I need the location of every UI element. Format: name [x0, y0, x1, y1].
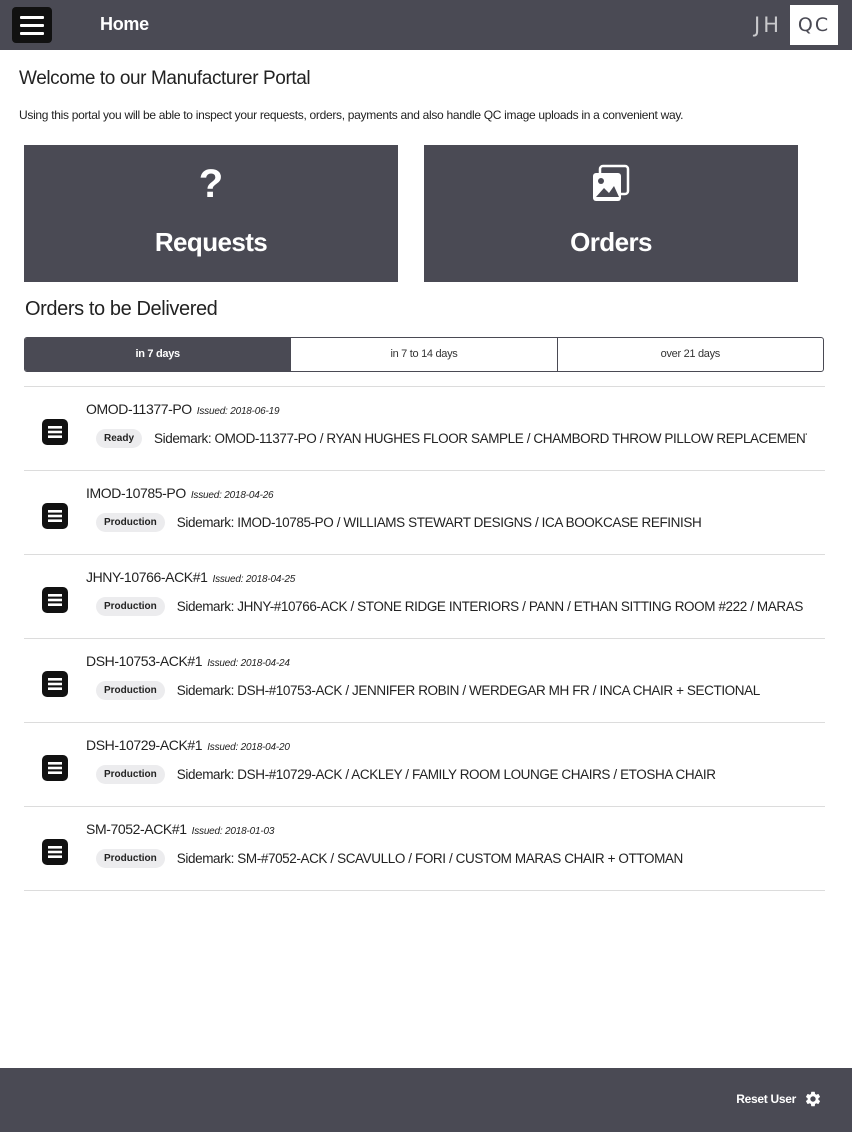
welcome-heading: Welcome to our Manufacturer Portal [19, 68, 311, 89]
delivery-tabs: in 7 days in 7 to 14 days over 21 days [24, 337, 824, 372]
question-icon: ? [198, 162, 224, 206]
order-number: IMOD-10785-PO [86, 485, 186, 501]
order-sidemark: Sidemark: DSH-#10729-ACK / ACKLEY / FAMI… [176, 767, 716, 782]
page-title: Home [100, 14, 149, 34]
order-row[interactable]: DSH-10753-ACK#1 Issued: 2018-04-24 Produc… [24, 639, 825, 723]
images-icon [424, 163, 798, 205]
orders-section-title: Orders to be Delivered [25, 298, 218, 320]
document-list-icon [42, 503, 68, 529]
order-id: SM-7052-ACK#1 Issued: 2018-01-03 [86, 821, 274, 837]
hamburger-menu-icon [20, 23, 44, 27]
status-badge: Production [96, 765, 165, 784]
orders-tile[interactable]: Orders [424, 145, 798, 282]
order-id: DSH-10729-ACK#1 Issued: 2018-04-20 [86, 737, 290, 753]
logo-jh: JH [754, 13, 782, 37]
order-row[interactable]: SM-7052-ACK#1 Issued: 2018-01-03 Producti… [24, 807, 825, 891]
order-number: JHNY-10766-ACK#1 [86, 569, 208, 585]
status-badge: Production [96, 849, 165, 868]
tab-in-7-days[interactable]: in 7 days [25, 338, 291, 371]
bottom-bar: Reset User [0, 1068, 852, 1132]
tab-in-7-to-14-days[interactable]: in 7 to 14 days [290, 338, 556, 371]
status-badge: Production [96, 513, 165, 532]
order-sidemark: Sidemark: IMOD-10785-PO / WILLIAMS STEWA… [176, 515, 702, 530]
order-sidemark: Sidemark: JHNY-#10766-ACK / STONE RIDGE … [176, 599, 807, 614]
hamburger-menu-icon [20, 31, 44, 35]
reset-user-label: Reset User [736, 1092, 796, 1106]
document-list-icon [42, 839, 68, 865]
top-bar: Home JH QC [0, 0, 852, 50]
order-issued-date: Issued: 2018-04-25 [212, 574, 296, 585]
order-issued-date: Issued: 2018-01-03 [191, 826, 275, 837]
gear-icon [805, 1091, 821, 1107]
order-number: OMOD-11377-PO [86, 401, 192, 417]
order-id: OMOD-11377-PO Issued: 2018-06-19 [86, 401, 280, 417]
order-id: JHNY-10766-ACK#1 Issued: 2018-04-25 [86, 569, 295, 585]
logo: JH QC [754, 5, 838, 45]
order-number: DSH-10729-ACK#1 [86, 737, 203, 753]
order-id: IMOD-10785-PO Issued: 2018-04-26 [86, 485, 274, 501]
document-list-icon [42, 755, 68, 781]
orders-tile-label: Orders [570, 227, 652, 257]
document-list-icon [42, 419, 68, 445]
order-number: DSH-10753-ACK#1 [86, 653, 203, 669]
order-sidemark: Sidemark: DSH-#10753-ACK / JENNIFER ROBI… [176, 683, 760, 698]
order-issued-date: Issued: 2018-04-26 [190, 490, 274, 501]
requests-tile-label: Requests [154, 227, 268, 257]
order-issued-date: Issued: 2018-06-19 [196, 406, 280, 417]
order-issued-date: Issued: 2018-04-24 [207, 658, 290, 669]
intro-text: Using this portal you will be able to in… [19, 108, 684, 122]
order-issued-date: Issued: 2018-04-20 [207, 742, 290, 753]
hamburger-menu-icon [20, 15, 44, 19]
reset-user-button[interactable]: Reset User [736, 1090, 822, 1108]
status-badge: Production [96, 681, 165, 700]
orders-list: OMOD-11377-PO Issued: 2018-06-19 Ready Si… [24, 386, 825, 891]
status-badge: Ready [96, 429, 143, 448]
order-row[interactable]: DSH-10729-ACK#1 Issued: 2018-04-20 Produc… [24, 723, 825, 807]
requests-tile[interactable]: ? Requests [24, 145, 398, 282]
order-row[interactable]: JHNY-10766-ACK#1 Issued: 2018-04-25 Produ… [24, 555, 825, 639]
logo-qc: QC [790, 5, 838, 45]
order-sidemark: Sidemark: OMOD-11377-PO / RYAN HUGHES FL… [154, 431, 807, 446]
order-row[interactable]: OMOD-11377-PO Issued: 2018-06-19 Ready Si… [24, 387, 825, 471]
order-id: DSH-10753-ACK#1 Issued: 2018-04-24 [86, 653, 290, 669]
hamburger-menu-button[interactable] [12, 7, 52, 43]
order-row[interactable]: IMOD-10785-PO Issued: 2018-04-26 Producti… [24, 471, 825, 555]
tab-over-21-days[interactable]: over 21 days [556, 338, 823, 371]
document-list-icon [42, 671, 68, 697]
order-number: SM-7052-ACK#1 [86, 821, 187, 837]
status-badge: Production [96, 597, 165, 616]
document-list-icon [42, 587, 68, 613]
order-sidemark: Sidemark: SM-#7052-ACK / SCAVULLO / FORI… [176, 851, 683, 866]
